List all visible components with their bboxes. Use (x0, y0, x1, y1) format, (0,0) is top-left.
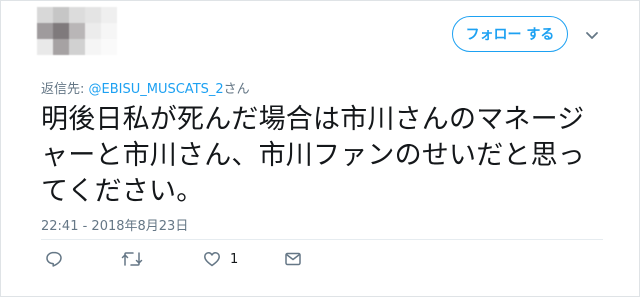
mosaic-cell (85, 23, 101, 39)
reply-to-suffix: さん (223, 82, 250, 97)
mosaic-cell (69, 39, 85, 55)
tweet-timestamp[interactable]: 22:41 - 2018年8月23日 (41, 215, 188, 234)
heart-icon (203, 250, 221, 268)
author-avatar-and-name-mosaic[interactable] (37, 7, 117, 55)
mosaic-cell (85, 39, 101, 55)
divider (41, 239, 603, 240)
mosaic-cell (69, 23, 85, 39)
retweet-icon (121, 250, 143, 268)
reply-to-line: 返信先: @EBISU_MUSCATS_2さん (41, 78, 250, 97)
reply-button[interactable] (45, 249, 63, 269)
mosaic-cell (53, 7, 69, 23)
direct-message-button[interactable] (284, 249, 302, 269)
tweet-actions: 1 (41, 249, 341, 269)
reply-icon (45, 250, 63, 268)
chevron-down-icon[interactable] (584, 27, 600, 43)
mosaic-cell (101, 23, 117, 39)
envelope-icon (284, 250, 302, 268)
mosaic-cell (53, 39, 69, 55)
reply-to-prefix: 返信先: (41, 82, 89, 97)
retweet-button[interactable] (121, 249, 143, 269)
mosaic-cell (37, 7, 53, 23)
mosaic-cell (37, 39, 53, 55)
reply-to-handle[interactable]: @EBISU_MUSCATS_2 (89, 82, 224, 97)
mosaic-cell (53, 23, 69, 39)
mosaic-cell (37, 23, 53, 39)
mosaic-cell (69, 7, 85, 23)
mosaic-cell (101, 39, 117, 55)
mosaic-cell (101, 7, 117, 23)
mosaic-cell (85, 7, 101, 23)
follow-button[interactable]: フォロー する (452, 16, 568, 52)
like-button[interactable]: 1 (203, 249, 238, 269)
tweet-text: 明後日私が死んだ場合は市川さんのマネージャーと市川さん、市川ファンのせいだと思っ… (41, 104, 585, 207)
follow-button-label: フォロー する (465, 27, 555, 43)
tweet-card: フォロー する 返信先: @EBISU_MUSCATS_2さん 明後日私が死んだ… (0, 0, 640, 297)
like-count: 1 (230, 251, 239, 267)
